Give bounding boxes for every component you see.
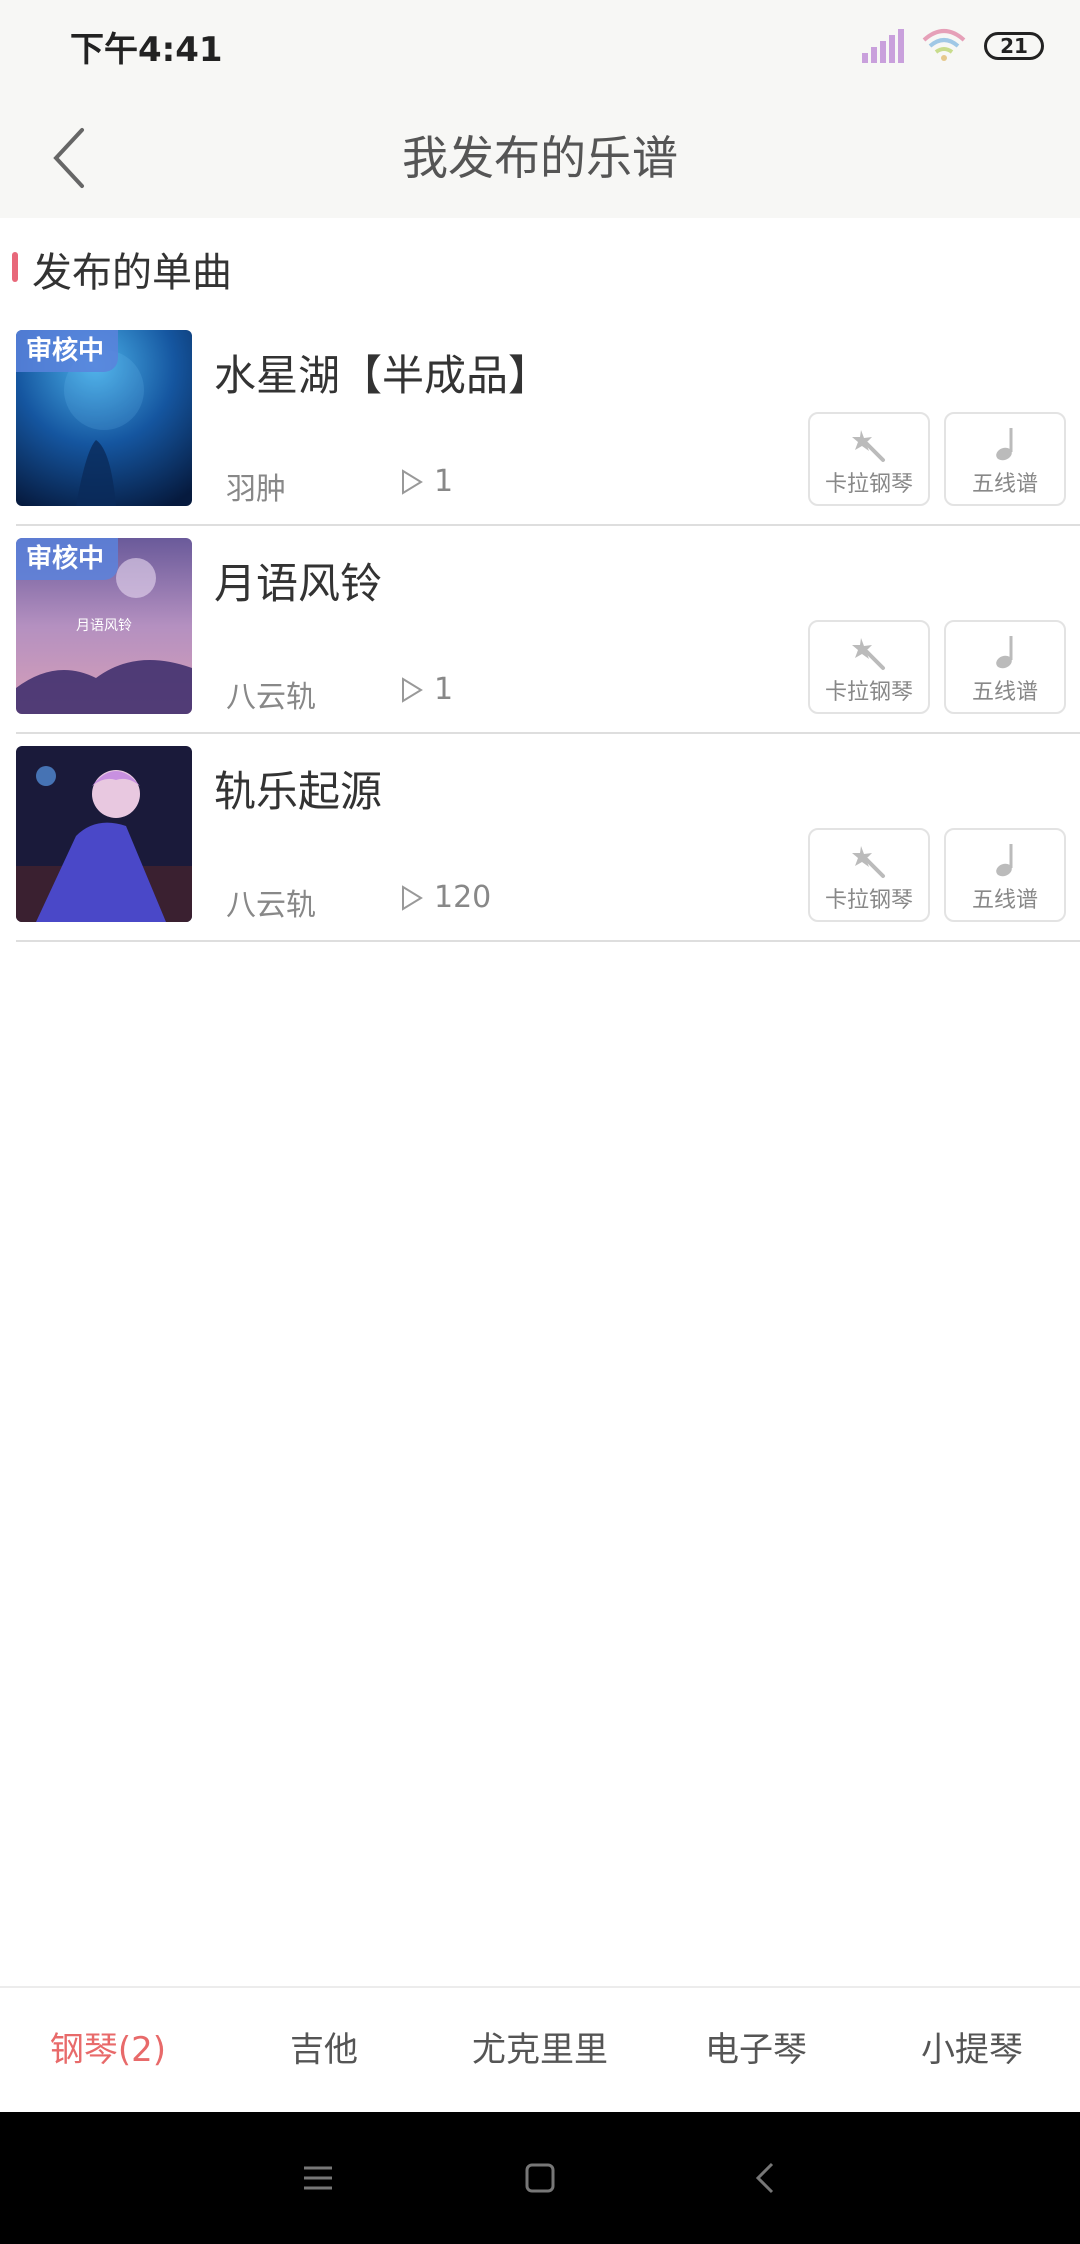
song-cover	[16, 746, 192, 922]
play-icon	[402, 884, 423, 911]
home-icon[interactable]	[518, 2156, 562, 2200]
song-author: 羽肿	[226, 472, 286, 507]
play-count: 1	[400, 672, 453, 707]
karaoke-piano-label: 卡拉钢琴	[824, 472, 913, 497]
page-title: 我发布的乐谱	[402, 131, 678, 185]
karaoke-piano-button[interactable]: 卡拉钢琴	[808, 620, 930, 714]
section-title: 发布的单曲	[32, 250, 232, 296]
song-item[interactable]: 轨乐起源 八云轨 120 卡拉钢琴 五线谱	[0, 734, 1080, 942]
karaoke-piano-label: 卡拉钢琴	[824, 680, 913, 705]
karaoke-piano-button[interactable]: 卡拉钢琴	[808, 828, 930, 922]
magic-wand-icon	[852, 638, 885, 670]
song-title: 轨乐起源	[214, 767, 383, 816]
play-count: 120	[400, 880, 491, 915]
staff-notation-label: 五线谱	[971, 888, 1038, 913]
review-badge: 审核中	[16, 330, 119, 372]
play-count-value: 1	[434, 464, 454, 499]
staff-notation-label: 五线谱	[971, 472, 1038, 497]
karaoke-piano-label: 卡拉钢琴	[824, 888, 913, 913]
status-time: 下午4:41	[70, 30, 223, 70]
staff-notation-label: 五线谱	[971, 680, 1038, 705]
song-cover: 月语风铃 审核中	[16, 538, 192, 714]
wifi-icon	[922, 29, 966, 61]
music-note-icon	[996, 844, 1013, 877]
signal-icon	[862, 29, 904, 63]
song-title: 水星湖【半成品】	[214, 351, 551, 400]
back-nav-icon[interactable]	[744, 2156, 788, 2200]
song-title: 月语风铃	[214, 559, 383, 608]
song-cover: 审核中	[16, 330, 192, 506]
status-icons: 21	[862, 24, 1044, 68]
karaoke-piano-button[interactable]: 卡拉钢琴	[808, 412, 930, 506]
music-note-icon	[996, 428, 1013, 461]
section-header: 发布的单曲	[0, 218, 1080, 318]
staff-notation-button[interactable]: 五线谱	[944, 828, 1066, 922]
play-icon	[402, 676, 423, 703]
system-nav-bar	[0, 2112, 1080, 2244]
tab-violin[interactable]: 小提琴	[864, 1988, 1080, 2112]
play-icon	[402, 468, 423, 495]
instrument-tabs: 钢琴(2) 吉他 尤克里里 电子琴 小提琴	[0, 1986, 1080, 2112]
play-count-value: 1	[434, 672, 454, 707]
music-note-icon	[996, 636, 1013, 669]
play-count: 1	[400, 464, 453, 499]
magic-wand-icon	[852, 430, 885, 462]
song-item[interactable]: 审核中 水星湖【半成品】 羽肿 1 卡拉钢琴 五线谱	[0, 318, 1080, 526]
cover-image-anime-character	[16, 746, 192, 922]
status-bar: 下午4:41 21	[0, 0, 1080, 92]
play-count-value: 120	[434, 880, 492, 915]
tab-guitar[interactable]: 吉他	[216, 1988, 432, 2112]
review-badge: 审核中	[16, 538, 119, 580]
battery-icon: 21	[984, 32, 1044, 60]
tab-keyboard[interactable]: 电子琴	[648, 1988, 864, 2112]
song-author: 八云轨	[226, 680, 316, 715]
song-list: 审核中 水星湖【半成品】 羽肿 1 卡拉钢琴 五线谱 月语风铃 审核中 月语风铃…	[0, 318, 1080, 942]
magic-wand-icon	[852, 846, 885, 878]
battery-level: 21	[1000, 34, 1028, 58]
tab-piano[interactable]: 钢琴(2)	[0, 1988, 216, 2112]
staff-notation-button[interactable]: 五线谱	[944, 412, 1066, 506]
menu-icon[interactable]	[296, 2156, 340, 2200]
cover-text: 月语风铃	[76, 618, 132, 634]
title-bar: 我发布的乐谱	[0, 92, 1080, 218]
staff-notation-button[interactable]: 五线谱	[944, 620, 1066, 714]
song-author: 八云轨	[226, 888, 316, 923]
section-accent-bar	[12, 252, 18, 282]
tab-ukulele[interactable]: 尤克里里	[432, 1988, 648, 2112]
song-item[interactable]: 月语风铃 审核中 月语风铃 八云轨 1 卡拉钢琴 五线谱	[0, 526, 1080, 734]
